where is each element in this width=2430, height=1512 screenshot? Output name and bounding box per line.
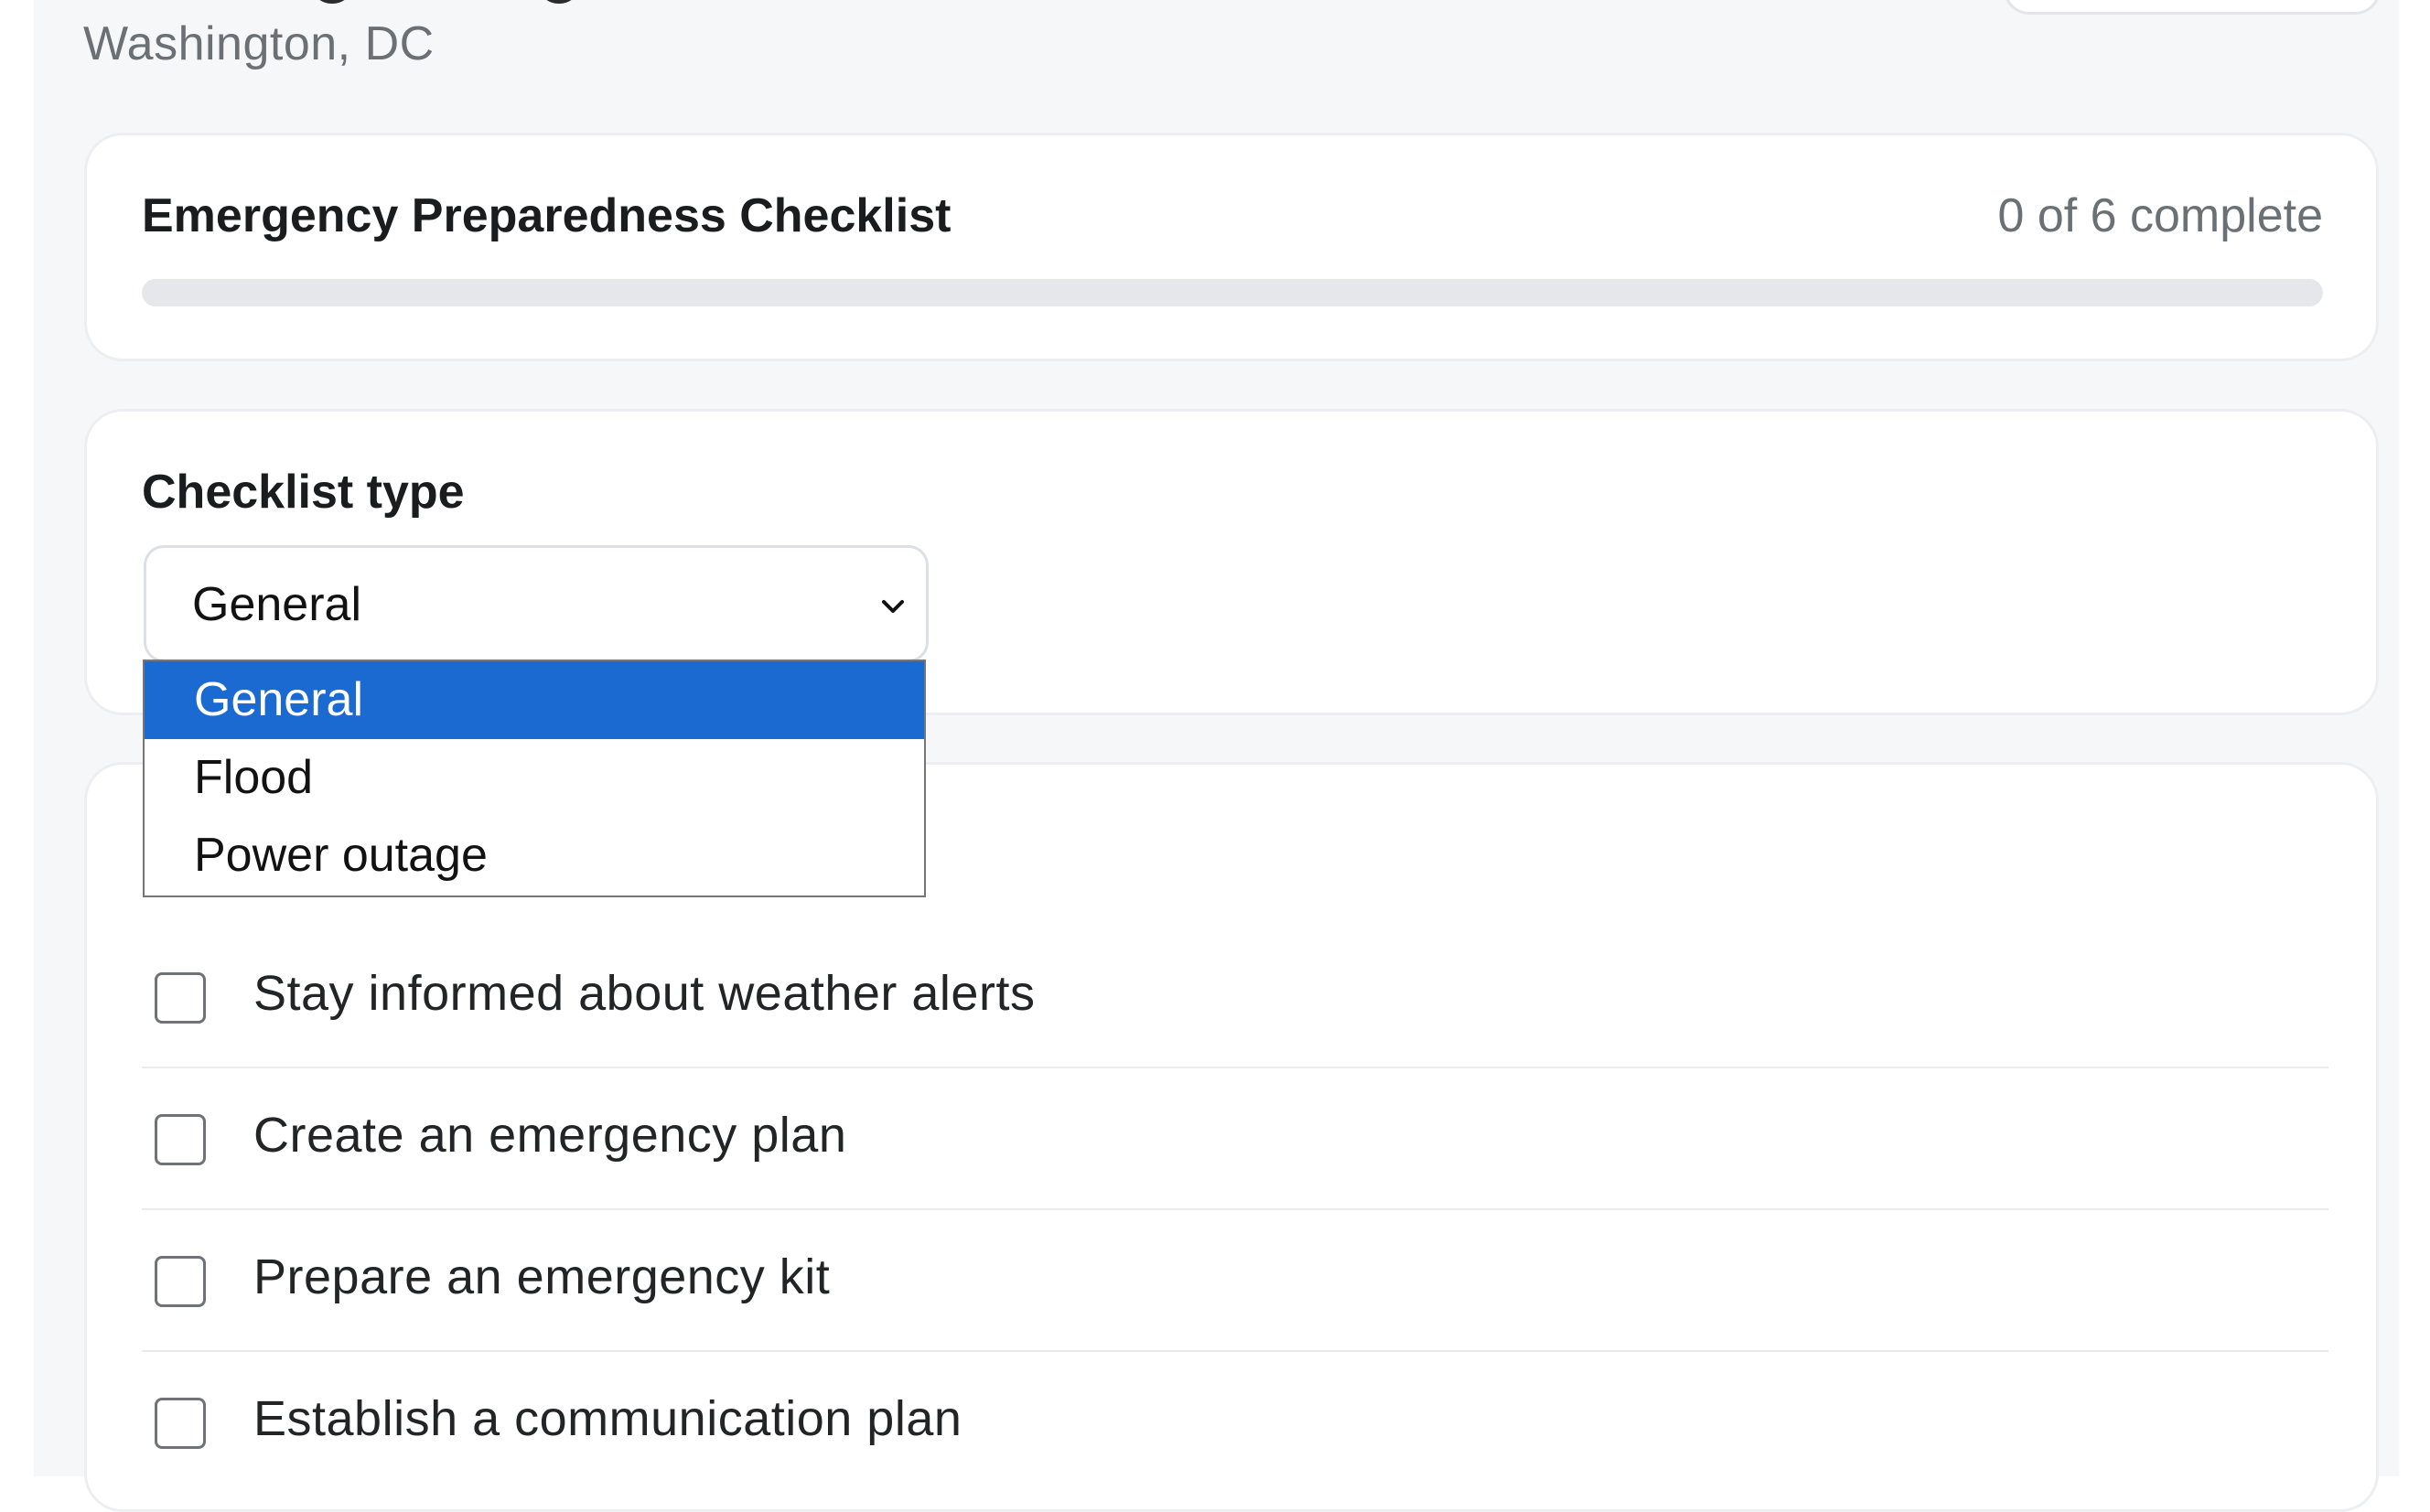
header-action-button[interactable] xyxy=(2004,0,2381,15)
item-label: Establish a communication plan xyxy=(253,1391,962,1446)
location-subtitle: Washington, DC xyxy=(83,17,435,70)
progress-card: Emergency Preparedness Checklist 0 of 6 … xyxy=(84,133,2379,361)
checklist-item[interactable]: Stay informed about weather alerts xyxy=(142,927,2328,1068)
progress-bar xyxy=(142,279,2323,306)
item-checkbox[interactable] xyxy=(155,972,206,1024)
item-checkbox[interactable] xyxy=(155,1114,206,1165)
checklist-title: Emergency Preparedness Checklist xyxy=(142,189,952,242)
item-label: Prepare an emergency kit xyxy=(253,1249,831,1304)
page-title-fragment xyxy=(302,0,604,4)
checklist-type-label: Checklist type xyxy=(142,466,465,519)
item-label: Stay informed about weather alerts xyxy=(253,966,1036,1021)
dropdown-option-general[interactable]: General xyxy=(145,661,924,739)
item-label: Create an emergency plan xyxy=(253,1108,847,1163)
checklist-item[interactable]: Create an emergency plan xyxy=(142,1068,2328,1210)
item-checkbox[interactable] xyxy=(155,1256,206,1307)
dropdown-option-flood[interactable]: Flood xyxy=(145,739,924,817)
item-checkbox[interactable] xyxy=(155,1398,206,1449)
completion-status: 0 of 6 complete xyxy=(1997,189,2323,242)
checklist-type-dropdown[interactable]: General Flood Power outage xyxy=(143,659,926,897)
chevron-down-icon xyxy=(882,600,904,613)
checklist-item[interactable]: Prepare an emergency kit xyxy=(142,1210,2328,1352)
checklist-type-select[interactable]: General xyxy=(144,545,929,662)
checklist-item[interactable]: Establish a communication plan xyxy=(142,1352,2328,1494)
select-value: General xyxy=(192,578,361,631)
dropdown-option-power-outage[interactable]: Power outage xyxy=(145,817,924,895)
